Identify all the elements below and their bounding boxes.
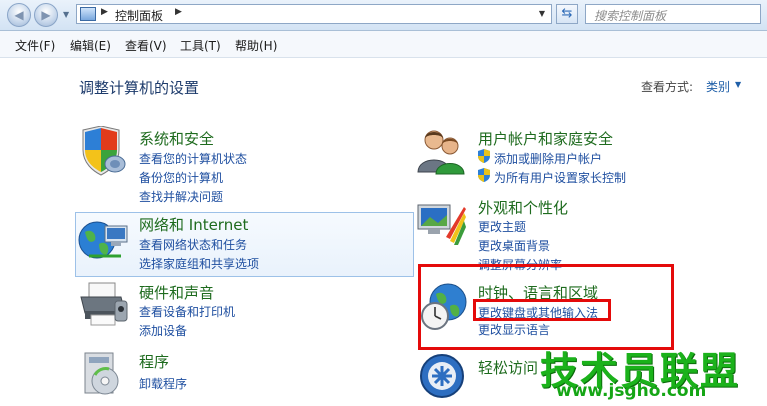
link-change-theme[interactable]: 更改主题 bbox=[478, 218, 526, 235]
uac-shield-icon bbox=[478, 149, 490, 163]
link-view-computer-status[interactable]: 查看您的计算机状态 bbox=[139, 150, 247, 167]
address-dropdown-icon[interactable]: ▼ bbox=[535, 7, 549, 21]
category-ease-of-access[interactable]: 轻松访问 bbox=[478, 357, 538, 378]
menu-bar: 文件(F) 编辑(E) 查看(V) 工具(T) 帮助(H) bbox=[0, 31, 767, 58]
appearance-icon[interactable] bbox=[416, 199, 468, 247]
link-add-device[interactable]: 添加设备 bbox=[139, 322, 187, 339]
refresh-icon: ⇆ bbox=[561, 6, 573, 21]
category-hardware-sound[interactable]: 硬件和声音 bbox=[139, 282, 214, 303]
users-icon[interactable] bbox=[416, 126, 468, 176]
ease-of-access-icon[interactable] bbox=[418, 352, 466, 400]
category-programs[interactable]: 程序 bbox=[139, 351, 169, 372]
breadcrumb-arrow-icon[interactable]: ▶ bbox=[175, 7, 182, 17]
menu-view[interactable]: 查看(V) bbox=[125, 37, 167, 54]
arrow-left-icon: ◀ bbox=[14, 8, 24, 22]
category-user-accounts[interactable]: 用户帐户和家庭安全 bbox=[478, 128, 613, 149]
printer-icon[interactable] bbox=[79, 281, 129, 327]
page-title: 调整计算机的设置 bbox=[79, 79, 200, 97]
link-add-remove-accounts[interactable]: 添加或删除用户帐户 bbox=[494, 150, 602, 167]
arrow-right-icon: ▶ bbox=[41, 8, 51, 22]
link-devices-printers[interactable]: 查看设备和打印机 bbox=[139, 303, 235, 320]
menu-help[interactable]: 帮助(H) bbox=[235, 37, 277, 54]
address-field[interactable]: ▶ 控制面板 ▶ ▼ bbox=[76, 4, 552, 24]
network-globe-icon[interactable] bbox=[77, 216, 129, 266]
breadcrumb-arrow-icon[interactable]: ▶ bbox=[101, 7, 108, 17]
menu-tools[interactable]: 工具(T) bbox=[180, 37, 221, 54]
programs-icon[interactable] bbox=[79, 349, 129, 399]
chevron-down-icon[interactable]: ▼ bbox=[735, 80, 741, 89]
view-by-dropdown[interactable]: 类别 bbox=[706, 78, 730, 95]
menu-edit[interactable]: 编辑(E) bbox=[70, 37, 111, 54]
back-button[interactable]: ◀ bbox=[7, 3, 31, 27]
link-desktop-background[interactable]: 更改桌面背景 bbox=[478, 237, 550, 254]
link-homegroup-sharing[interactable]: 选择家庭组和共享选项 bbox=[139, 255, 259, 272]
view-by-label: 查看方式: bbox=[641, 80, 694, 94]
link-parental-controls[interactable]: 为所有用户设置家长控制 bbox=[494, 169, 626, 186]
recent-pages-dropdown[interactable]: ▼ bbox=[63, 10, 71, 19]
link-network-status[interactable]: 查看网络状态和任务 bbox=[139, 236, 247, 253]
link-uninstall-program[interactable]: 卸载程序 bbox=[139, 375, 187, 392]
shield-icon[interactable] bbox=[79, 126, 127, 176]
control-panel-icon bbox=[80, 7, 96, 21]
menu-file[interactable]: 文件(F) bbox=[15, 37, 55, 54]
address-bar: ◀ ▶ ▼ ▶ 控制面板 ▶ ▼ ⇆ 搜索控制面板 bbox=[0, 0, 767, 31]
link-troubleshoot[interactable]: 查找并解决问题 bbox=[139, 188, 223, 205]
category-system-security[interactable]: 系统和安全 bbox=[139, 128, 214, 149]
annotation-link-highlight bbox=[473, 299, 611, 321]
category-appearance[interactable]: 外观和个性化 bbox=[478, 197, 568, 218]
uac-shield-icon bbox=[478, 168, 490, 182]
link-backup-computer[interactable]: 备份您的计算机 bbox=[139, 169, 223, 186]
watermark-url: www.jsgho.com bbox=[556, 381, 707, 401]
search-input[interactable]: 搜索控制面板 bbox=[585, 4, 761, 24]
forward-button[interactable]: ▶ bbox=[34, 3, 58, 27]
refresh-button[interactable]: ⇆ bbox=[556, 4, 578, 24]
breadcrumb-control-panel[interactable]: 控制面板 bbox=[115, 7, 163, 24]
category-network[interactable]: 网络和 Internet bbox=[139, 214, 248, 235]
